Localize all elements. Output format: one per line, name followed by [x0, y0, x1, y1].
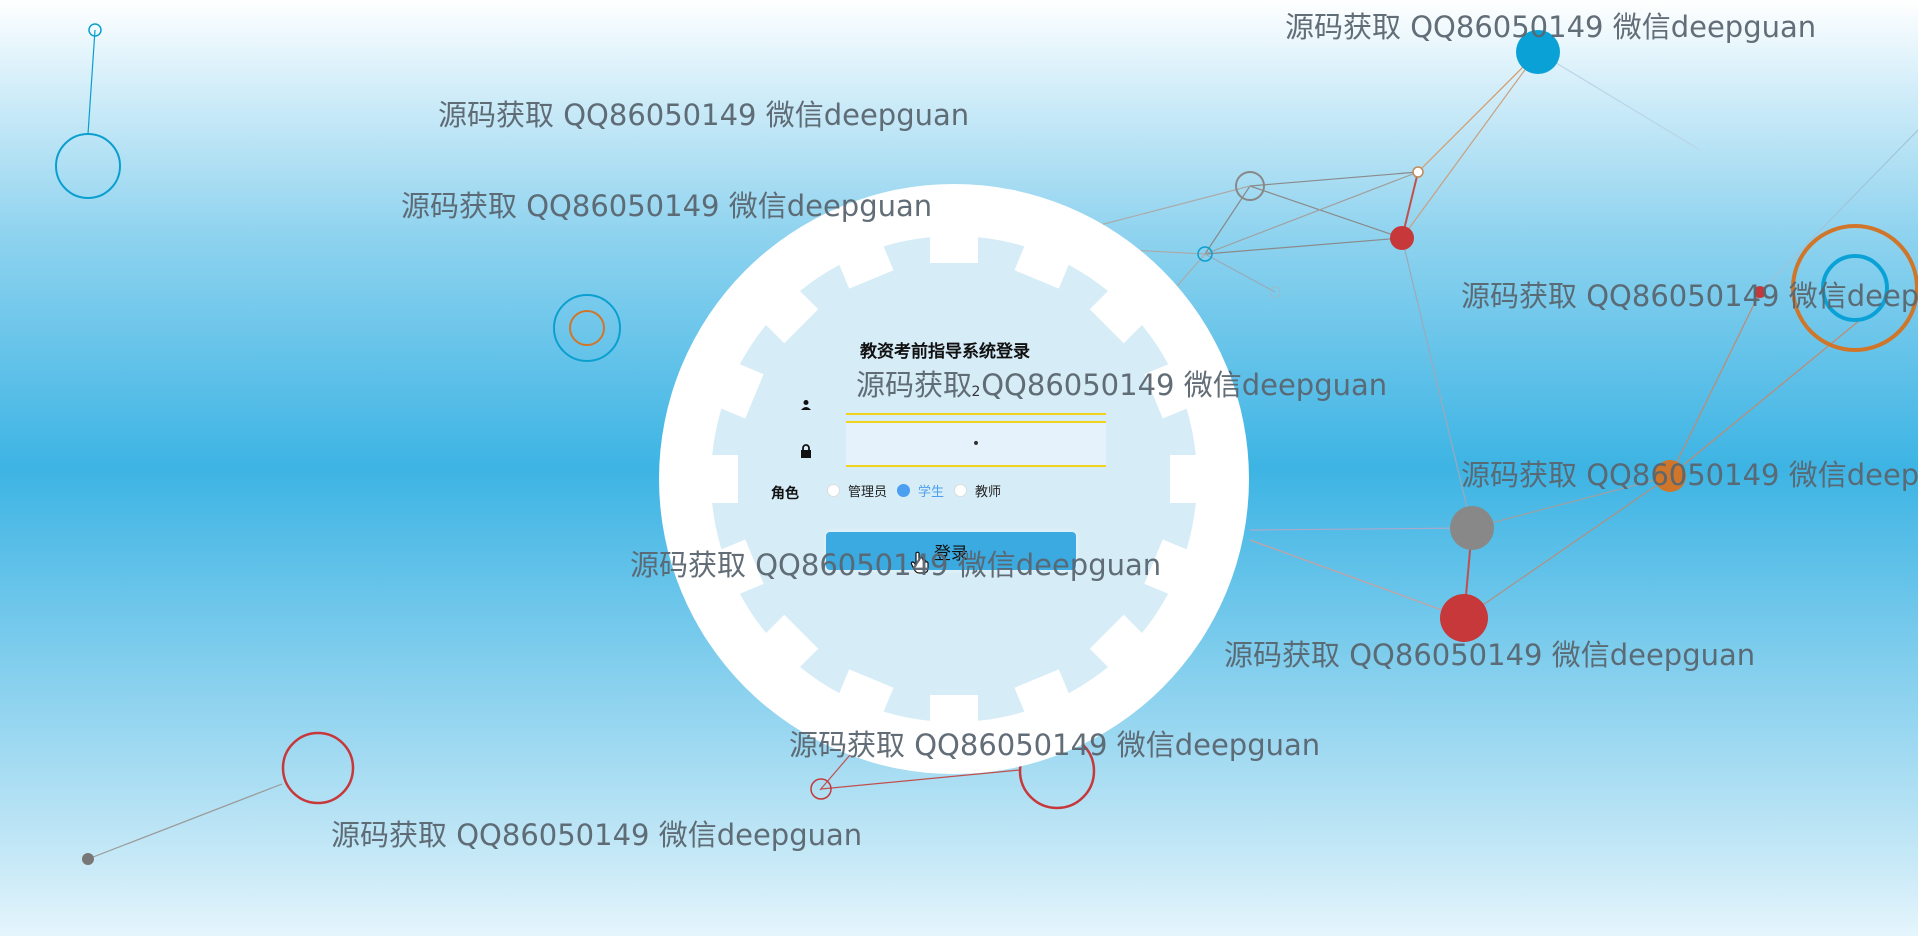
radio-dot[interactable]: [827, 484, 840, 497]
role-radio-admin-label: 管理员: [848, 485, 888, 500]
password-input[interactable]: [846, 421, 1106, 467]
watermark-text: 源码获取 QQ86050149 微信deepguan: [1461, 458, 1918, 492]
role-radio-group: 管理员 学生 教师: [827, 481, 1011, 500]
watermark-text: 源码获取 QQ86050149 微信deepguan: [1461, 279, 1918, 313]
watermark-text: 源码获取 QQ86050149 微信deepguan: [789, 728, 1321, 762]
role-radio-teacher-label: 教师: [975, 485, 1002, 500]
login-title: 教资考前指导系统登录: [860, 342, 1030, 362]
role-radio-teacher[interactable]: 教师: [954, 481, 1001, 500]
lock-icon: [798, 443, 814, 459]
watermark-text: 源码获取 QQ86050149 微信deepguan: [331, 818, 863, 852]
watermark-text: 源码获取 QQ86050149 微信deepguan: [1224, 638, 1756, 672]
role-radio-student-label: 学生: [918, 485, 945, 500]
watermark-text: 源码获取 QQ86050149 微信deepguan: [1285, 10, 1817, 44]
radio-dot[interactable]: [897, 484, 911, 497]
radio-dot[interactable]: [954, 484, 968, 497]
role-label: 角色: [771, 486, 799, 502]
role-radio-admin[interactable]: 管理员: [827, 481, 887, 500]
watermark-text: 源码获取 QQ86050149 微信deepguan: [630, 548, 1162, 582]
login-page: 教资考前指导系统登录 角色 管理员 学生 教师 登录: [0, 0, 1918, 936]
user-icon: [798, 397, 814, 413]
role-radio-student[interactable]: 学生: [897, 481, 944, 500]
watermark-text: 源码获取 QQ86050149 微信deepguan: [401, 189, 933, 223]
watermark-text: 源码获取 QQ86050149 微信deepguan: [856, 368, 1388, 402]
watermark-text: 源码获取 QQ86050149 微信deepguan: [438, 98, 970, 132]
login-form: 教资考前指导系统登录 角色 管理员 学生 教师 登录: [660, 189, 1248, 769]
